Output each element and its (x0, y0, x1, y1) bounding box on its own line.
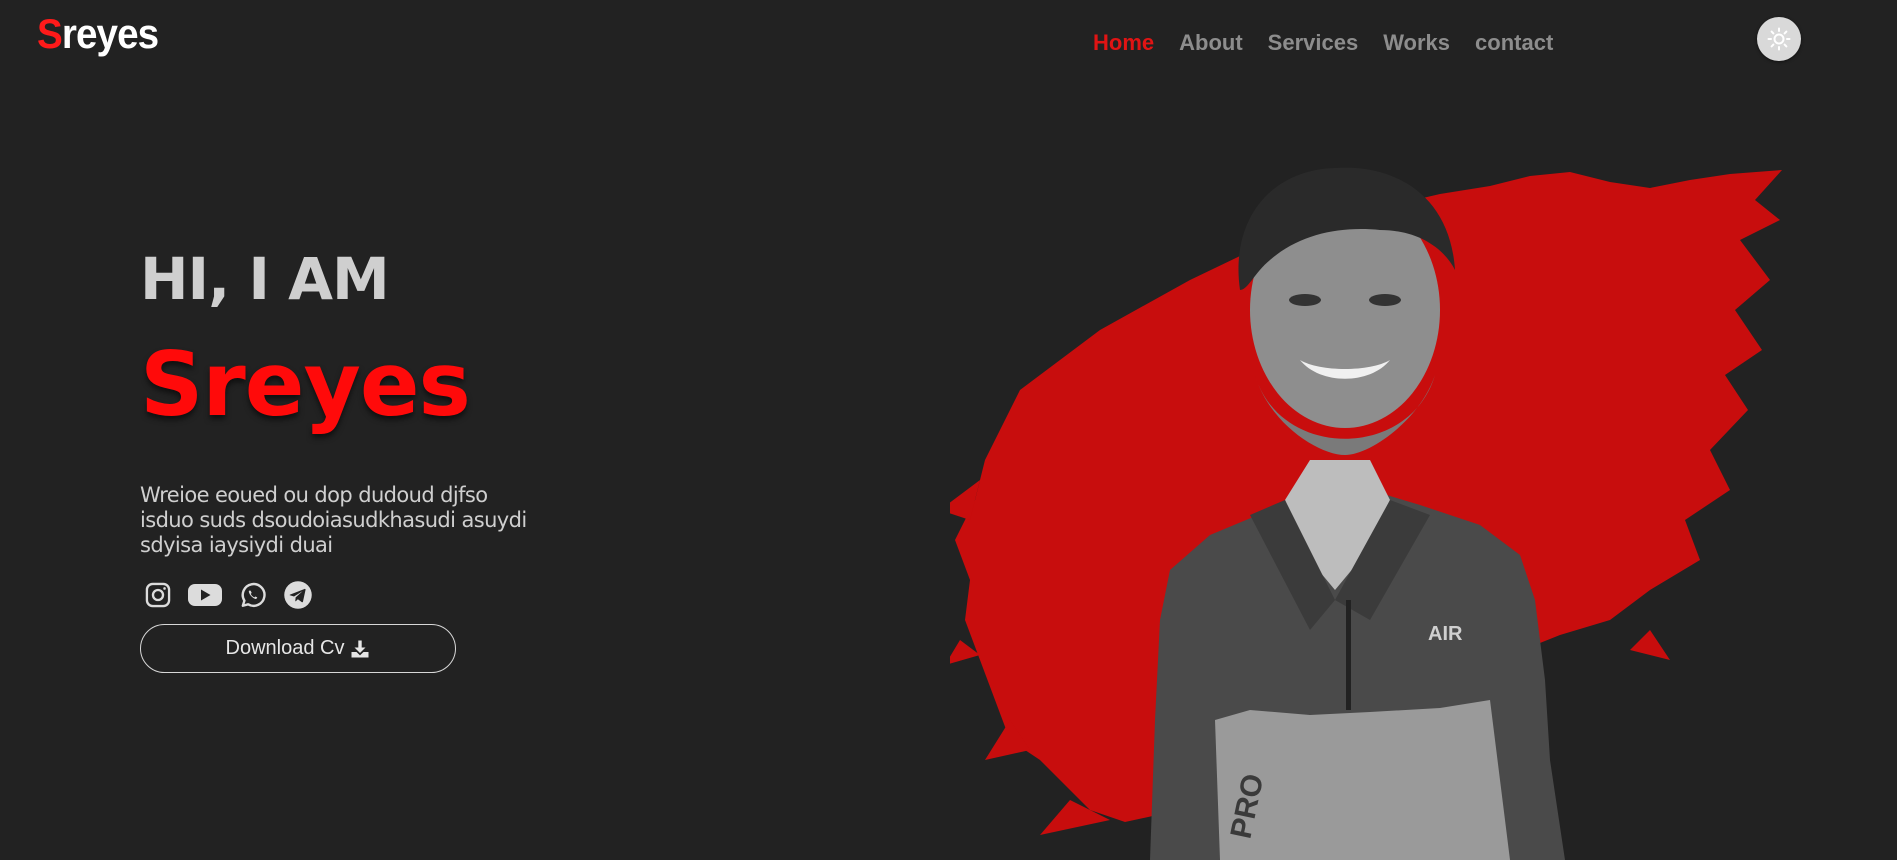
shirt-logo-text: AIR (1428, 623, 1463, 645)
nav-about[interactable]: About (1179, 30, 1243, 56)
hero-name: Sreyes (140, 333, 471, 436)
social-links (140, 580, 540, 610)
nav-works[interactable]: Works (1383, 30, 1450, 56)
logo-text: reyes (61, 10, 159, 57)
instagram-icon[interactable] (144, 581, 172, 609)
nav-home[interactable]: Home (1093, 30, 1154, 56)
whatsapp-icon[interactable] (238, 581, 267, 610)
hero-description: Wreioe eoued ou dop dudoud djfso isduo s… (140, 483, 527, 557)
hero-greeting: HI, I AM (140, 245, 390, 313)
theme-toggle-button[interactable] (1757, 17, 1801, 61)
hero-intro: HI, I AM Sreyes Wreioe eoued ou dop dudo… (140, 245, 540, 673)
hero-portrait-artwork: AIR PRO (950, 167, 1782, 860)
nav-services[interactable]: Services (1268, 30, 1359, 56)
download-cv-button[interactable]: Download Cv (140, 624, 456, 673)
download-icon (351, 640, 369, 657)
download-cv-label: Download Cv (225, 637, 345, 659)
nav-contact[interactable]: contact (1475, 30, 1553, 56)
sun-icon (1767, 27, 1791, 51)
logo-initial: S (37, 10, 63, 57)
telegram-icon[interactable] (283, 580, 313, 610)
main-nav: Home About Services Works contact (1093, 30, 1553, 56)
youtube-icon[interactable] (188, 581, 222, 609)
logo[interactable]: Sreyes (37, 10, 159, 58)
